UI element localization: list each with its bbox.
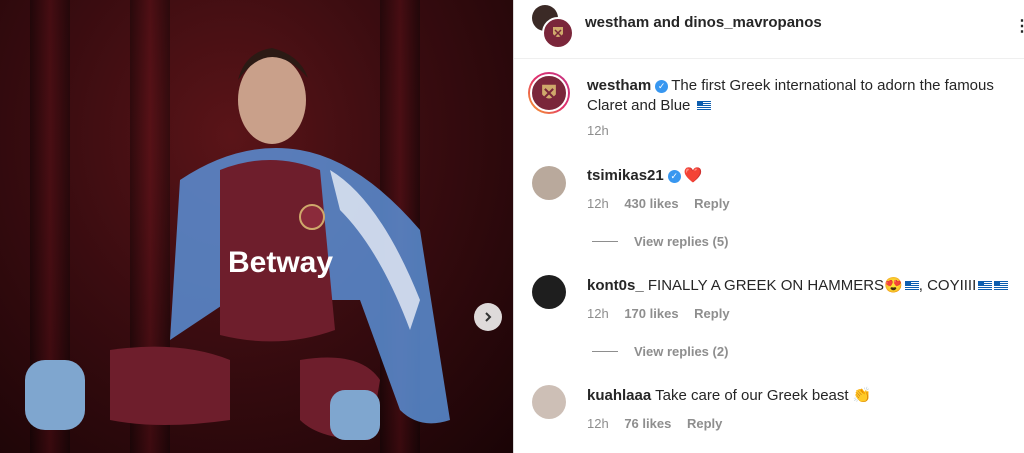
avatar-kuahlaaa[interactable] xyxy=(532,385,566,419)
heart-emoji: ❤️ xyxy=(683,167,703,184)
view-replies-button[interactable]: View replies (5) xyxy=(592,234,728,249)
replies-line xyxy=(592,351,618,352)
replies-line xyxy=(592,241,618,242)
view-replies-label: View replies (5) xyxy=(634,234,729,249)
west-ham-crest-icon xyxy=(553,27,563,37)
clap-emoji: 👏 xyxy=(852,387,872,404)
post-header-title[interactable]: westham and dinos_mavropanos xyxy=(585,14,822,31)
comment-meta: 12h 76 likes Reply xyxy=(587,416,734,431)
verified-badge-icon: ✓ xyxy=(655,80,669,93)
reply-button[interactable]: Reply xyxy=(694,196,729,211)
comment-text: tsimikas21 ✓ ❤️ xyxy=(587,166,702,186)
chevron-right-icon xyxy=(485,312,492,322)
post-caption: westham ✓ The first Greek international to… xyxy=(587,76,1019,116)
sponsor-text: Betway xyxy=(228,246,333,279)
view-replies-label: View replies (2) xyxy=(634,344,729,359)
comment-time: 12h xyxy=(587,306,609,321)
comment-likes[interactable]: 430 likes xyxy=(624,196,678,211)
comment-time: 12h xyxy=(587,196,609,211)
comment-time: 12h xyxy=(587,416,609,431)
comment-meta: 12h 170 likes Reply xyxy=(587,306,742,321)
post-photo: Betway xyxy=(0,0,513,453)
greek-flag-icon xyxy=(994,281,1009,290)
comment-text: kuahlaaa Take care of our Greek beast 👏 xyxy=(587,386,871,406)
comment-text: kont0s_ FINALLY A GREEK ON HAMMERS😍 , COY… xyxy=(587,276,1009,296)
caption-timestamp: 12h xyxy=(587,123,609,138)
post-header: westham and dinos_mavropanos ⋮ xyxy=(514,0,1024,59)
player-illustration: Betway xyxy=(25,48,450,440)
greek-flag-icon xyxy=(904,281,919,290)
comments-panel: westham and dinos_mavropanos ⋮ westham ✓ T… xyxy=(514,0,1024,453)
verified-badge-icon: ✓ xyxy=(667,170,681,183)
caption-avatar[interactable] xyxy=(528,72,570,114)
avatar-westham[interactable] xyxy=(542,17,574,49)
avatar-tsimikas21[interactable] xyxy=(532,166,566,200)
reply-button[interactable]: Reply xyxy=(694,306,729,321)
comment-username[interactable]: tsimikas21 xyxy=(587,167,664,184)
comment-username[interactable]: kuahlaaa xyxy=(587,387,651,404)
next-image-button[interactable] xyxy=(474,303,502,331)
more-options-icon[interactable]: ⋮ xyxy=(1014,16,1024,36)
reply-button[interactable]: Reply xyxy=(687,416,722,431)
view-replies-button[interactable]: View replies (2) xyxy=(592,344,728,359)
avatar-kont0s[interactable] xyxy=(532,275,566,309)
comment-likes[interactable]: 76 likes xyxy=(624,416,671,431)
greek-flag-icon xyxy=(978,281,993,290)
comment-meta: 12h 430 likes Reply xyxy=(587,196,742,211)
comment-body-mid: , COYIIII xyxy=(918,277,977,294)
comment-body: Take care of our Greek beast xyxy=(655,387,849,404)
comment-username[interactable]: kont0s_ xyxy=(587,277,644,294)
caption-text: The first Greek international to adorn t… xyxy=(671,77,994,94)
west-ham-crest-icon xyxy=(542,84,556,99)
caption-text-line2: Claret and Blue xyxy=(587,97,691,114)
caption-username[interactable]: westham xyxy=(587,77,651,94)
greek-flag-icon xyxy=(696,101,711,110)
comment-likes[interactable]: 170 likes xyxy=(624,306,678,321)
comment-body: FINALLY A GREEK ON HAMMERS😍 xyxy=(647,277,903,294)
collab-avatars[interactable] xyxy=(532,5,574,49)
